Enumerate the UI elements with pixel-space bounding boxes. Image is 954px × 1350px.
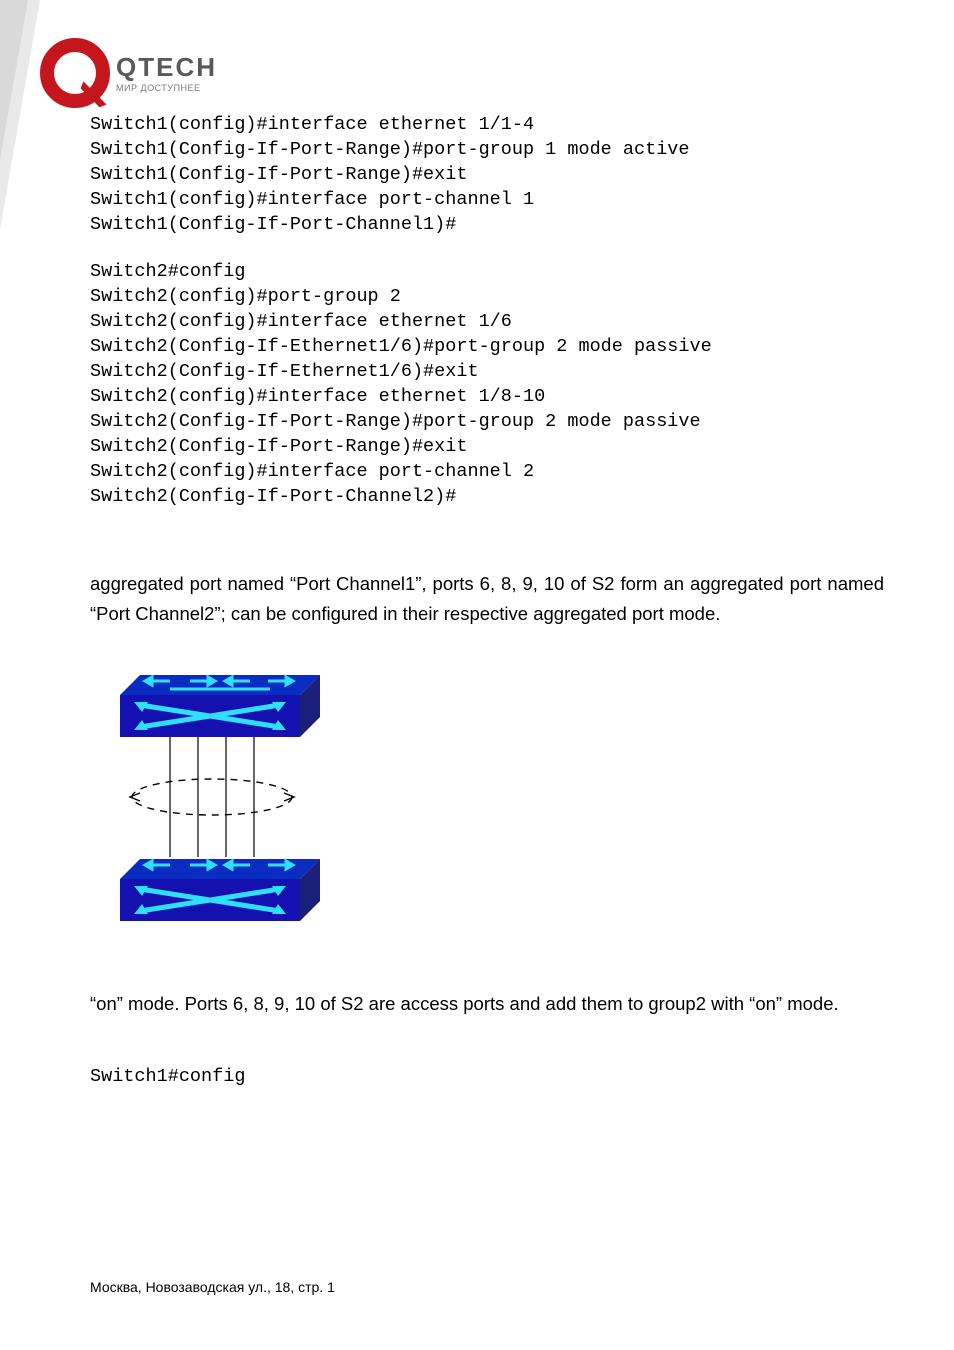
logo-tagline: МИР ДОСТУПНЕЕ <box>116 83 217 93</box>
paragraph-2: “on” mode. Ports 6, 8, 9, 10 of S2 are a… <box>90 989 884 1019</box>
content-area: Switch1(config)#interface ethernet 1/1-4… <box>90 112 884 1107</box>
logo-mark-icon <box>40 38 110 108</box>
switch-diagram-icon <box>100 669 350 929</box>
logo: QTECH МИР ДОСТУПНЕЕ <box>40 38 217 108</box>
network-diagram <box>100 669 884 934</box>
logo-brand: QTECH <box>116 54 217 80</box>
paragraph-1: aggregated port named “Port Channel1”, p… <box>90 569 884 629</box>
footer-address: Москва, Новозаводская ул., 18, стр. 1 <box>90 1279 335 1295</box>
code-block-2: Switch2#config Switch2(config)#port-grou… <box>90 259 884 509</box>
logo-text: QTECH МИР ДОСТУПНЕЕ <box>116 54 217 93</box>
code-block-1: Switch1(config)#interface ethernet 1/1-4… <box>90 112 884 237</box>
code-block-3: Switch1#config <box>90 1064 884 1089</box>
page: QTECH МИР ДОСТУПНЕЕ Switch1(config)#inte… <box>0 0 954 1350</box>
